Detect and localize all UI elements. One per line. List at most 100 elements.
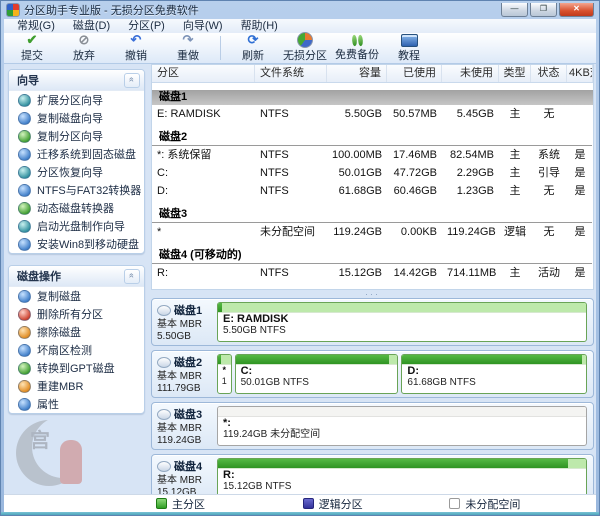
group-header-disk4[interactable]: 磁盘4 (可移动的) [152,248,592,264]
sidebar-item-bad-sector-test[interactable]: 坏扇区检测 [9,341,144,359]
bootable-cd-wizard-icon [18,220,31,233]
col-used[interactable]: 已使用 [387,65,442,82]
table-row-d[interactable]: D: NTFS 61.68GB 60.46GB 1.23GB 主 无 是 [152,182,593,200]
wizard-panel-header: 向导 « [9,70,144,91]
lossless-partition-label: 无损分区 [283,47,327,63]
legend-primary: 主分区 [156,496,303,512]
col-filesystem[interactable]: 文件系统 [255,65,327,82]
disk3-name: 磁盘3 [174,406,202,422]
discard-button[interactable]: ⊘ 放弃 [58,34,110,62]
group-header-disk1[interactable]: 磁盘1 [152,90,593,105]
sidebar-item-copy-partition-wizard[interactable]: 复制分区向导 [9,127,144,145]
menu-help[interactable]: 帮助(H) [232,19,287,33]
app-window: 分区助手专业版 - 无损分区免费软件 — ❐ ✕ 常规(G) 磁盘(D) 分区(… [0,0,600,516]
sidebar-item-partition-recovery-wizard[interactable]: 分区恢复向导 [9,163,144,181]
work-area: 向导 « 扩展分区向导 复制磁盘向导 复制分区向导 迁移系统到固态磁盘 [4,64,596,512]
disk3-panel[interactable]: 磁盘3 基本 MBR 119.24GB *: 119.24GB 未分配空间 [151,402,594,450]
sidebar-item-bootable-cd-wizard[interactable]: 启动光盘制作向导 [9,217,144,235]
logical-partition-swatch-icon [303,498,314,509]
col-unused[interactable]: 未使用 [442,65,499,82]
disk2-segment-c[interactable]: C: 50.01GB NTFS [235,354,399,394]
disk-icon [157,409,171,420]
refresh-icon: ⟳ [248,33,259,47]
extend-partition-wizard-icon [18,94,31,107]
partition-recovery-wizard-icon [18,166,31,179]
disk2-panel[interactable]: 磁盘2 基本 MBR 111.79GB * 1 [151,350,594,398]
close-button[interactable]: ✕ [559,3,594,17]
sidebar-item-rebuild-mbr[interactable]: 重建MBR [9,377,144,395]
redo-icon: ↷ [183,33,194,47]
group-header-disk3[interactable]: 磁盘3 [152,207,592,223]
tutorial-screen-icon [401,34,418,47]
delete-all-partitions-icon [18,308,31,321]
sidebar-item-convert-to-gpt[interactable]: 转换到GPT磁盘 [9,359,144,377]
convert-to-gpt-icon [18,362,31,375]
copy-disk-wizard-icon [18,112,31,125]
disk4-name: 磁盘4 [174,458,202,474]
col-status[interactable]: 状态 [531,65,567,82]
group-header-disk2[interactable]: 磁盘2 [152,130,592,146]
window-controls: — ❐ ✕ [501,3,594,17]
free-backup-button[interactable]: 免费备份 [331,34,383,62]
disk4-segment-r[interactable]: R: 15.12GB NTFS [217,458,587,498]
commit-label: 提交 [21,47,43,63]
splitter-handle[interactable]: ··· [151,290,594,298]
disk-ops-collapse-button[interactable]: « [124,269,140,284]
watermark-seal [60,440,82,484]
disk2-size: 111.79GB [157,383,214,394]
sidebar-item-copy-disk-wizard[interactable]: 复制磁盘向导 [9,109,144,127]
sidebar-item-wipe-disk[interactable]: 擦除磁盘 [9,323,144,341]
lossless-partition-button[interactable]: 无损分区 [279,34,331,62]
tutorial-button[interactable]: 教程 [383,34,435,62]
disk1-panel[interactable]: 磁盘1 基本 MBR 5.50GB E: RAMDISK 5.50GB NTFS [151,298,594,346]
disk3-segment-unallocated[interactable]: *: 119.24GB 未分配空间 [217,406,587,446]
commit-button[interactable]: ✔ 提交 [6,34,58,62]
wizard-panel: 向导 « 扩展分区向导 复制磁盘向导 复制分区向导 迁移系统到固态磁盘 [8,69,145,254]
sidebar-item-win8-to-usb[interactable]: 安装Win8到移动硬盘 [9,235,144,253]
disk2-segment-d[interactable]: D: 61.68GB NTFS [401,354,587,394]
disk3-bus: 基本 MBR [157,423,214,434]
sidebar-item-properties[interactable]: 属性 [9,395,144,413]
col-capacity[interactable]: 容量 [327,65,387,82]
table-row-e-ramdisk[interactable]: E: RAMDISK NTFS 5.50GB 50.57MB 5.45GB 主 … [152,105,593,123]
table-row-c[interactable]: C: NTFS 50.01GB 47.72GB 2.29GB 主 引导 是 [152,164,593,182]
menu-wizard[interactable]: 向导(W) [174,19,232,33]
disk1-segment-e[interactable]: E: RAMDISK 5.50GB NTFS [217,302,587,342]
table-row-system-reserved[interactable]: *: 系统保留 NTFS 100.00MB 17.46MB 82.54MB 主 … [152,146,593,164]
partition-pie-icon [297,32,313,48]
window-title: 分区助手专业版 - 无损分区免费软件 [24,2,199,18]
tutorial-label: 教程 [398,47,420,63]
redo-button[interactable]: ↷ 重做 [162,34,214,62]
sidebar-item-extend-partition-wizard[interactable]: 扩展分区向导 [9,91,144,109]
maximize-button[interactable]: ❐ [530,3,557,17]
copy-partition-wizard-icon [18,130,31,143]
free-backup-label: 免费备份 [335,46,379,62]
sidebar-item-delete-all-partitions[interactable]: 删除所有分区 [9,305,144,323]
discard-label: 放弃 [73,47,95,63]
toolbar-separator [220,36,221,60]
col-type[interactable]: 类型 [499,65,531,82]
sidebar-item-migrate-os-to-ssd[interactable]: 迁移系统到固态磁盘 [9,145,144,163]
refresh-button[interactable]: ⟳ 刷新 [227,34,279,62]
disk2-segment-reserved[interactable]: * 1 [217,354,232,394]
sidebar-item-copy-disk[interactable]: 复制磁盘 [9,287,144,305]
toolbar: ✔ 提交 ⊘ 放弃 ↶ 撤销 ↷ 重做 ⟳ 刷新 无损分区 免费备份 [4,33,596,64]
table-row-unallocated[interactable]: * 未分配空间 119.24GB 0.00KB 119.24GB 逻辑 无 是 [152,223,593,241]
legend-unallocated: 未分配空间 [449,496,596,512]
wizard-collapse-button[interactable]: « [124,73,140,88]
table-row-r[interactable]: R: NTFS 15.12GB 14.42GB 714.11MB 主 活动 是 [152,264,593,282]
sidebar-item-ntfs-fat32-converter[interactable]: NTFS与FAT32转换器 [9,181,144,199]
menu-general[interactable]: 常规(G) [8,19,64,33]
minimize-button[interactable]: — [501,3,528,17]
window-frame-bottom [1,512,599,515]
col-partition[interactable]: 分区 [152,65,255,82]
menu-partition[interactable]: 分区(P) [119,19,174,33]
menu-disk[interactable]: 磁盘(D) [64,19,119,33]
discard-icon: ⊘ [79,33,90,47]
title-bar: 分区助手专业版 - 无损分区免费软件 — ❐ ✕ [1,1,599,19]
legend-bar: 主分区 逻辑分区 未分配空间 [4,494,596,512]
sidebar-item-dynamic-disk-converter[interactable]: 动态磁盘转换器 [9,199,144,217]
undo-button[interactable]: ↶ 撤销 [110,34,162,62]
col-4k-aligned[interactable]: 4KB对齐 [567,65,593,82]
disk1-size: 5.50GB [157,331,214,342]
